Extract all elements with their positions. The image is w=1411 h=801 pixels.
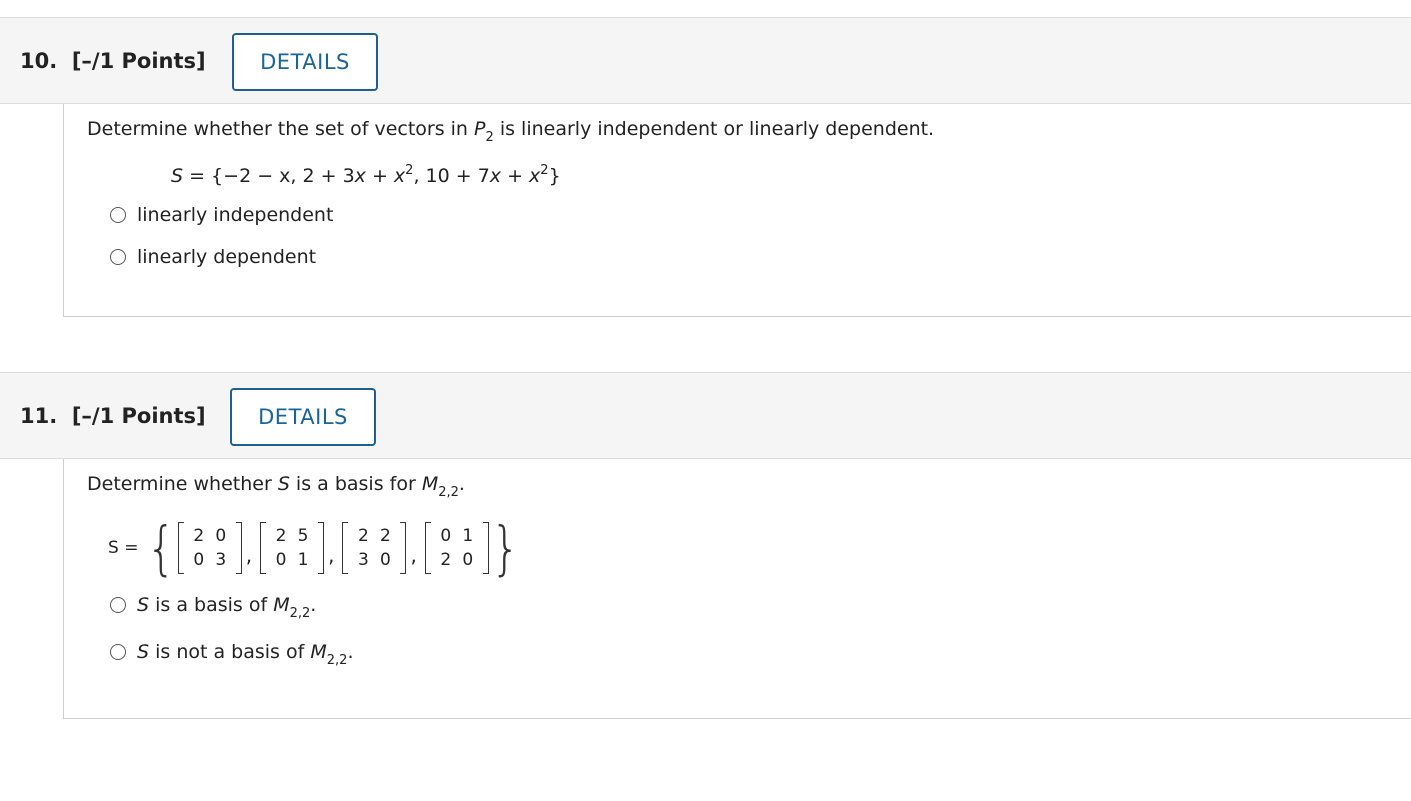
option-linearly-independent[interactable]: linearly independent — [110, 204, 333, 226]
matrix-cell: 3 — [215, 550, 227, 570]
matrix-cell: 0 — [462, 550, 474, 570]
option-linearly-dependent[interactable]: linearly dependent — [110, 246, 316, 268]
question-10-body: Determine whether the set of vectors in … — [63, 104, 1411, 317]
option-is-basis[interactable]: S is a basis of M2,2. — [110, 594, 316, 621]
matrix-cell: 0 — [440, 526, 452, 546]
question-10-title: 10. [–/1 Points] — [20, 49, 206, 73]
matrix-cell: 0 — [380, 550, 391, 570]
details-button-q10[interactable]: DETAILS — [232, 33, 378, 91]
matrix-set: S = { 2 0 0 3 , 2 5 0 1 , 2 2 3 0 , 0 1 … — [108, 514, 521, 582]
radio-button[interactable] — [110, 249, 126, 265]
question-11-body: Determine whether S is a basis for M2,2. — [63, 459, 1411, 719]
radio-button[interactable] — [110, 644, 126, 660]
matrix-cell: 0 — [215, 526, 227, 546]
matrix-cell: 0 — [193, 550, 205, 570]
matrix-cell: 2 — [275, 526, 287, 546]
question-11-title: 11. [–/1 Points] — [20, 404, 206, 428]
details-button-q11[interactable]: DETAILS — [230, 388, 376, 446]
radio-button[interactable] — [110, 597, 126, 613]
radio-button[interactable] — [110, 207, 126, 223]
matrix-3: 2 2 3 0 — [342, 522, 407, 574]
matrix-cell: 5 — [297, 526, 309, 546]
question-11-header: 11. [–/1 Points] DETAILS — [0, 372, 1411, 459]
set-expression: S = {−2 − x, 2 + 3x + x2, 10 + 7x + x2} — [171, 163, 561, 187]
matrix-cell: 0 — [275, 550, 287, 570]
matrix-cell: 1 — [297, 550, 309, 570]
matrix-cell: 3 — [358, 550, 369, 570]
right-brace: } — [490, 514, 521, 582]
matrix-cell: 1 — [462, 526, 474, 546]
left-brace: { — [146, 514, 176, 582]
matrix-2: 2 5 0 1 — [260, 522, 325, 574]
matrix-cell: 2 — [358, 526, 369, 546]
matrix-cell: 2 — [193, 526, 205, 546]
matrix-1: 2 0 0 3 — [177, 522, 242, 574]
set-lhs: S = — [108, 538, 139, 558]
matrix-cell: 2 — [380, 526, 391, 546]
option-is-not-basis[interactable]: S is not a basis of M2,2. — [110, 641, 354, 668]
question-10-prompt: Determine whether the set of vectors in … — [87, 118, 935, 145]
question-10-header: 10. [–/1 Points] DETAILS — [0, 17, 1411, 104]
matrix-4: 0 1 2 0 — [424, 522, 489, 574]
matrix-cell: 2 — [440, 550, 452, 570]
question-11-prompt: Determine whether S is a basis for M2,2. — [87, 473, 465, 500]
